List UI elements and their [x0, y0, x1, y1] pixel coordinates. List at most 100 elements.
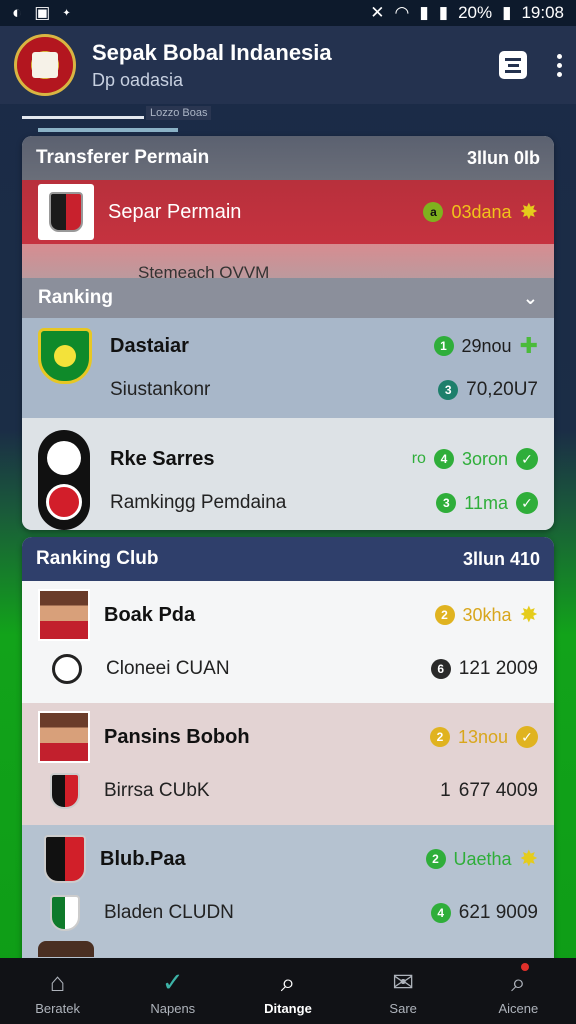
tab-small-label[interactable]: Lozzo Boas — [146, 106, 212, 120]
rank-badge: 2 — [425, 849, 446, 869]
chevron-down-icon: ⌄ — [522, 287, 538, 308]
profile-search-icon: ⌕ — [511, 966, 526, 997]
player-value: 677 4009 — [458, 780, 538, 801]
player-value: 121 2009 — [458, 658, 538, 679]
filter-button[interactable] — [499, 51, 527, 79]
table-row[interactable]: Pansins Boboh 2 13nou ✓ Birrsa CUbK 1 67… — [22, 703, 554, 825]
star-icon: ✸ — [519, 199, 538, 224]
app-subtitle: Dp oadasia — [92, 69, 184, 90]
transfer-card: Transferer Permain 3llun 0lb Separ Perma… — [22, 136, 554, 530]
club-name: Dastaiar — [110, 334, 189, 357]
transfer-card-header-right: 3llun 0lb — [466, 147, 540, 168]
list-item[interactable]: Rke Sarres ro 4 3oron ✓ Ramkingg Pemdain… — [22, 418, 554, 530]
plus-icon[interactable]: ✚ — [520, 333, 538, 359]
featured-player-label: Separ Permain — [108, 200, 242, 223]
tab-strip: Lozzo Boas — [0, 104, 576, 134]
rank-badge: 3 — [438, 380, 459, 400]
player-status: 30kha — [462, 604, 512, 625]
club-crest-icon — [44, 835, 86, 883]
rank-badge: 3 — [436, 493, 457, 513]
player-value: 621 9009 — [458, 902, 538, 923]
nav-label: Sare — [389, 1000, 417, 1016]
ranking-club-header: Ranking Club 3llun 410 — [22, 537, 554, 581]
bottom-nav: ⌂ Beratek ✓ Napens ⌕ Ditange ✉ Sare ⌕ Ai… — [0, 958, 576, 1024]
star-icon[interactable]: ✸ — [520, 846, 538, 872]
dot-notification-icon: ✦ — [62, 7, 71, 19]
player-club: Cloneei CUAN — [106, 658, 230, 679]
rank-number: 1 — [440, 780, 451, 801]
list-item[interactable]: Dastaiar 1 29nou ✚ Siustankonr 3 70,20U7 — [22, 318, 554, 418]
app-notification-icon: ◐ — [12, 3, 23, 22]
rank-badge: 6 — [430, 659, 451, 679]
rank-badge: 2 — [434, 605, 455, 625]
player-club: Birrsa CUbK — [104, 780, 210, 801]
ranking-club-header-right: 3llun 410 — [462, 548, 540, 569]
nav-item-profile[interactable]: ⌕ Aicene — [463, 962, 573, 1016]
player-club: Bladen CLUDN — [104, 902, 234, 923]
player-name: Boak Pda — [104, 603, 196, 626]
player-avatar — [38, 711, 90, 763]
nav-item-search[interactable]: ⌕ Ditange — [233, 967, 343, 1016]
mute-icon: ✕ — [370, 3, 385, 22]
rank-badge: 4 — [430, 903, 451, 923]
transfer-card-header: Transferer Permain 3llun 0lb — [22, 136, 554, 180]
club-crest-icon — [50, 895, 80, 931]
club-value: 70,20U7 — [466, 379, 538, 400]
club-value: 11ma — [464, 492, 508, 513]
app-bar: Sepak Bobal Indanesia Dp oadasia — [0, 26, 576, 104]
football-icon — [52, 654, 82, 684]
ranking-section-toggle[interactable]: Ranking ⌄ — [22, 278, 554, 318]
club-name: Rke Sarres — [110, 447, 215, 470]
app-logo — [14, 34, 76, 96]
notification-dot — [521, 962, 530, 971]
partial-avatar — [38, 941, 94, 957]
status-bar: ◐ ▣ ✦ ✕ ◠ ▮ ▮ 20% ▮ 19:08 — [0, 0, 576, 26]
club-prefix: ro — [411, 450, 426, 467]
club-crest-icon — [38, 184, 94, 240]
check-icon[interactable]: ✓ — [516, 448, 538, 470]
club-status: 3oron — [461, 448, 508, 469]
table-row[interactable]: Blub.Paa 2 Uaetha ✸ Bladen CLUDN 4 621 9… — [22, 825, 554, 965]
battery-icon: ▮ — [502, 3, 512, 22]
player-status: Uaetha — [453, 848, 512, 869]
club-crest-icon — [38, 430, 90, 530]
more-options-button[interactable] — [557, 53, 562, 77]
ranking-club-title: Ranking Club — [36, 548, 159, 569]
mail-icon: ✉ — [392, 966, 415, 997]
app-title: Sepak Bobal Indanesia — [92, 39, 332, 65]
status-badge: a — [423, 202, 444, 222]
club-subtitle: Ramkingg Pemdaina — [110, 492, 287, 513]
wifi-icon: ◠ — [394, 3, 410, 22]
signal-icon: ▮ — [419, 3, 429, 22]
image-notification-icon: ▣ — [34, 3, 51, 22]
star-icon[interactable]: ✸ — [520, 602, 538, 628]
featured-player-row[interactable]: Separ Permain a 03dana ✸ — [22, 180, 554, 244]
nav-label: Ditange — [264, 1000, 312, 1016]
club-subtitle: Siustankonr — [110, 379, 211, 400]
ranking-section-title: Ranking — [38, 287, 113, 308]
search-icon: ⌕ — [280, 966, 296, 997]
nav-item-mail[interactable]: ✉ Sare — [348, 967, 458, 1016]
transfer-card-title: Transferer Permain — [36, 147, 210, 168]
nav-item-napens[interactable]: ✓ Napens — [118, 967, 228, 1016]
clock: 19:08 — [521, 3, 564, 22]
player-avatar — [38, 589, 90, 641]
ranking-club-card: Ranking Club 3llun 410 Boak Pda 2 30kha … — [22, 537, 554, 967]
featured-status: 03dana — [451, 201, 512, 222]
nav-label: Napens — [150, 1000, 196, 1016]
table-row[interactable]: Boak Pda 2 30kha ✸ Cloneei CUAN 6 121 20… — [22, 581, 554, 703]
battery-level: 20% — [458, 3, 493, 22]
check-icon[interactable]: ✓ — [516, 726, 538, 748]
player-name: Blub.Paa — [100, 847, 186, 870]
nav-item-home[interactable]: ⌂ Beratek — [3, 967, 113, 1016]
rank-badge: 2 — [429, 727, 450, 747]
nav-label: Aicene — [498, 1000, 539, 1016]
club-crest-icon — [50, 773, 80, 809]
nav-label: Beratek — [35, 1000, 80, 1016]
tab-indicator — [22, 116, 144, 119]
check-icon[interactable]: ✓ — [516, 492, 538, 514]
player-status: 13nou — [457, 726, 508, 747]
tab-indicator-active — [38, 128, 178, 132]
signal-icon-2: ▮ — [438, 3, 449, 22]
club-status: 29nou — [461, 335, 512, 356]
